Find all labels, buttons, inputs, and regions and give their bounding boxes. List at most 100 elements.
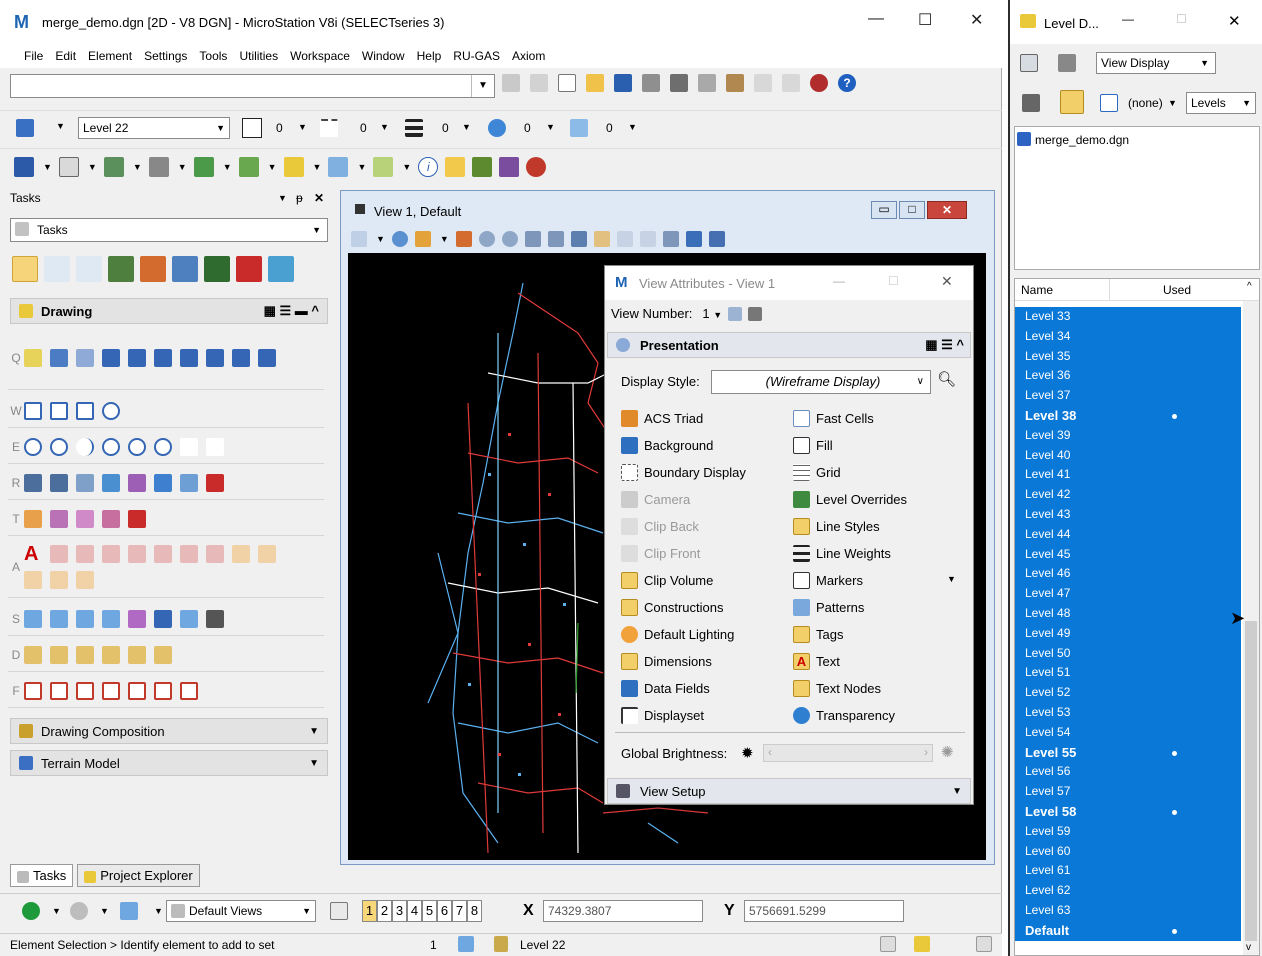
snap-table-icon[interactable] xyxy=(206,609,224,628)
view-5-button[interactable]: 5 xyxy=(422,900,437,922)
dimension-element-icon[interactable] xyxy=(24,645,42,664)
level-row[interactable]: Level 54 xyxy=(1015,723,1241,743)
level-row[interactable]: Level 42 xyxy=(1015,485,1241,505)
text-style-icon[interactable] xyxy=(50,570,68,589)
patterns-item[interactable]: Patterns xyxy=(793,595,864,619)
display-style-search-icon[interactable]: 🔍︎ xyxy=(937,370,956,388)
tool-6-icon[interactable] xyxy=(204,256,230,282)
orthogonal-shape-icon[interactable] xyxy=(76,401,94,420)
open-file-icon[interactable] xyxy=(586,74,604,92)
level-row[interactable]: Level 36 xyxy=(1015,366,1241,386)
level-row[interactable]: Level 63 xyxy=(1015,901,1241,921)
info-icon[interactable]: i xyxy=(418,157,439,177)
snap-midpoint-icon[interactable] xyxy=(76,609,94,628)
place-arc-icon[interactable] xyxy=(180,348,198,367)
menu-file[interactable]: File xyxy=(24,49,43,63)
maximize-button[interactable]: ☐ xyxy=(918,10,932,30)
define-cell-icon[interactable] xyxy=(50,509,68,528)
save-icon[interactable] xyxy=(614,74,632,92)
status-icon-2[interactable] xyxy=(914,936,930,952)
tags-item[interactable]: Tags xyxy=(793,622,843,646)
display-style-combo[interactable]: (Wireframe Display) ∨ xyxy=(711,370,931,394)
spell-checker-icon[interactable] xyxy=(102,544,120,563)
constraint-4-icon[interactable] xyxy=(102,681,120,700)
level-row[interactable]: Level 56 xyxy=(1015,762,1241,782)
match-pattern-icon[interactable] xyxy=(154,473,172,492)
color-swatch[interactable] xyxy=(242,118,262,138)
place-line-icon[interactable] xyxy=(50,348,68,367)
find-icon[interactable] xyxy=(445,157,466,177)
pan-view-icon[interactable] xyxy=(593,231,610,247)
change-pattern-icon[interactable] xyxy=(180,473,198,492)
measure-radius-icon[interactable] xyxy=(258,348,276,367)
back-arrow-icon[interactable] xyxy=(22,902,40,920)
pin-icon[interactable]: ᵽ xyxy=(296,191,303,205)
level-row[interactable]: Level 41 xyxy=(1015,465,1241,485)
construct-bisector-icon[interactable] xyxy=(206,348,224,367)
saved-views-icon[interactable] xyxy=(193,157,214,177)
view-3-button[interactable]: 3 xyxy=(392,900,407,922)
tag-icon[interactable] xyxy=(1022,94,1040,112)
view-mode-icon[interactable]: ▦ ☰ ▬ ^ xyxy=(264,303,319,319)
menu-settings[interactable]: Settings xyxy=(144,49,187,63)
copy-view-icon[interactable] xyxy=(662,231,679,247)
place-smartline-icon[interactable] xyxy=(24,348,42,367)
fit-view-icon[interactable] xyxy=(547,231,564,247)
view-7-button[interactable]: 7 xyxy=(452,900,467,922)
menu-help[interactable]: Help xyxy=(417,49,442,63)
snap-point-icon[interactable] xyxy=(24,609,42,628)
level-row[interactable]: Level 55 xyxy=(1015,743,1241,763)
view-groups-icon[interactable] xyxy=(330,902,348,920)
pointer-tool-icon[interactable] xyxy=(120,902,138,920)
active-level-combo[interactable]: Level 22 ▼ xyxy=(78,117,230,139)
view-8-button[interactable]: 8 xyxy=(467,900,482,922)
copy-icon[interactable] xyxy=(698,74,716,92)
view-1-button[interactable]: 1 xyxy=(362,900,377,922)
grid-toggle-icon[interactable] xyxy=(499,157,520,177)
3d-box-icon[interactable] xyxy=(14,157,34,177)
snap-center-icon[interactable] xyxy=(102,609,120,628)
models-icon[interactable] xyxy=(103,157,124,177)
copy-view-settings-icon[interactable] xyxy=(728,306,743,321)
column-header-name[interactable]: Name xyxy=(1021,283,1053,297)
display-text-attributes-icon[interactable] xyxy=(154,544,172,563)
level-row[interactable]: Level 39 xyxy=(1015,426,1241,446)
markers-dropdown-icon[interactable]: ▼ xyxy=(947,574,956,584)
tool-1-icon[interactable] xyxy=(44,256,70,282)
line-weight-icon[interactable] xyxy=(405,119,423,137)
redo-icon[interactable] xyxy=(782,74,800,92)
view-display-combo[interactable]: View Display ▼ xyxy=(1096,52,1216,74)
update-view-icon[interactable] xyxy=(455,231,472,247)
edit-text-icon[interactable] xyxy=(76,544,94,563)
levels-dropdown[interactable]: Levels ▼ xyxy=(1186,92,1256,114)
level-display-maximize[interactable]: ☐ xyxy=(1176,12,1187,26)
level-row[interactable]: Level 45 xyxy=(1015,545,1241,565)
dialog-close-button[interactable]: ✕ xyxy=(941,273,953,290)
level-row[interactable]: Level 49 xyxy=(1015,624,1241,644)
snap-icon[interactable] xyxy=(328,157,349,177)
place-half-ellipse-icon[interactable] xyxy=(102,437,120,456)
copy-increment-text-icon[interactable] xyxy=(206,544,224,563)
constraint-6-icon[interactable] xyxy=(154,681,172,700)
select-view-icon[interactable] xyxy=(1058,54,1076,72)
layers-icon[interactable] xyxy=(238,157,259,177)
cut-icon[interactable] xyxy=(670,74,688,92)
raster-icon[interactable] xyxy=(148,157,169,177)
menu-workspace[interactable]: Workspace xyxy=(290,49,350,63)
level-row[interactable]: Level 47 xyxy=(1015,584,1241,604)
tool-2-icon[interactable] xyxy=(76,256,102,282)
level-row[interactable]: Default xyxy=(1015,921,1241,941)
text-nodes-item[interactable]: Text Nodes xyxy=(793,676,881,700)
key-in-dropdown[interactable]: ▼ xyxy=(471,75,494,97)
hatch-area-icon[interactable] xyxy=(24,473,42,492)
level-display-close[interactable]: ✕ xyxy=(1228,12,1241,30)
snap-mode-icon[interactable] xyxy=(458,936,474,952)
level-row[interactable]: Level 62 xyxy=(1015,881,1241,901)
background-item[interactable]: Background xyxy=(621,433,713,457)
transparency-item[interactable]: Transparency xyxy=(793,703,895,727)
place-text-icon[interactable]: A xyxy=(24,544,42,564)
displayset-item[interactable]: Displayset xyxy=(621,703,704,727)
window-area-icon[interactable] xyxy=(524,231,541,247)
fast-cells-item[interactable]: Fast Cells xyxy=(793,406,874,430)
grid-item[interactable]: Grid xyxy=(793,460,841,484)
